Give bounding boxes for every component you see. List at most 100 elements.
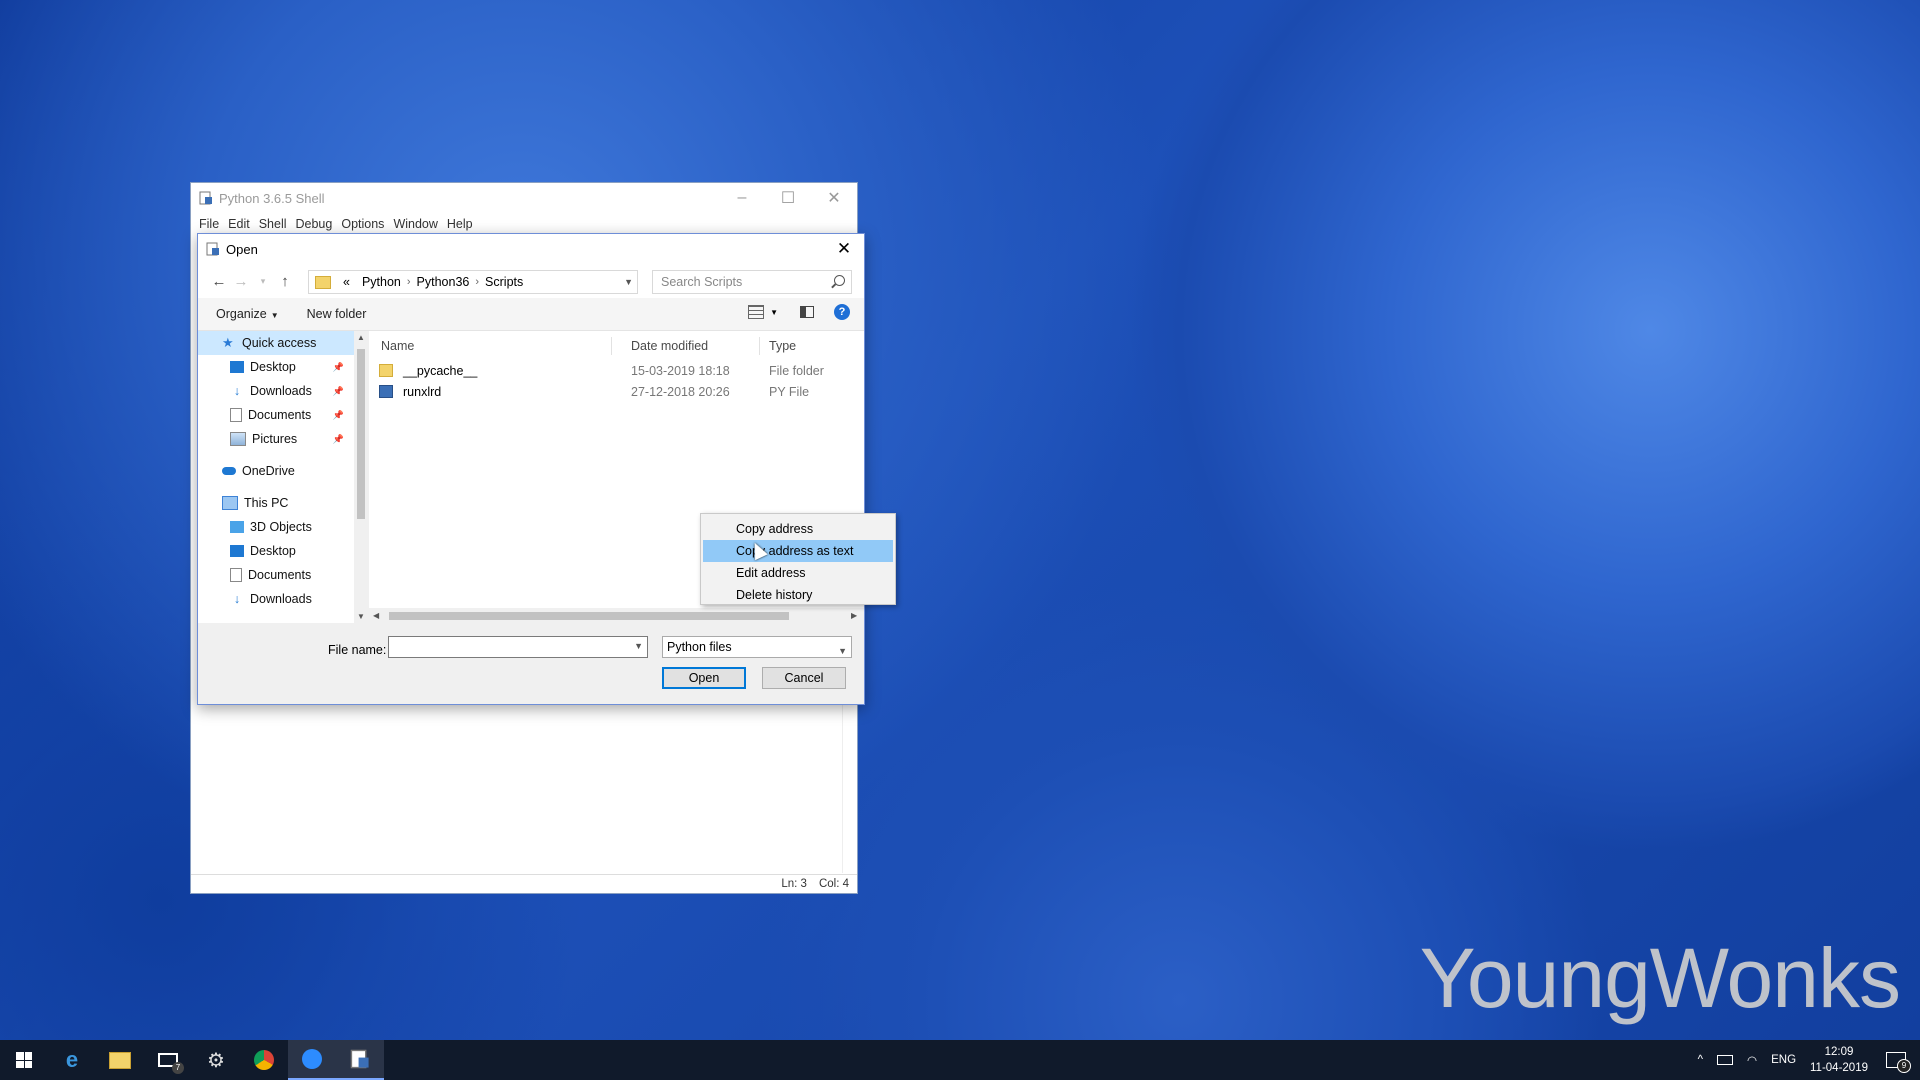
battery-icon[interactable] bbox=[1717, 1055, 1734, 1065]
download-icon: ↓ bbox=[233, 384, 241, 398]
file-row[interactable]: runxlrd 27-12-2018 20:26 PY File bbox=[369, 382, 864, 403]
scroll-left-icon[interactable]: ◀ bbox=[373, 611, 379, 620]
chevron-down-icon[interactable]: ▼ bbox=[770, 308, 778, 317]
idle-icon bbox=[350, 1049, 369, 1069]
zoom-button[interactable] bbox=[288, 1040, 336, 1080]
clock[interactable]: 12:09 11-04-2019 bbox=[1810, 1044, 1868, 1076]
cancel-button[interactable]: Cancel bbox=[762, 667, 846, 689]
edge-button[interactable]: e bbox=[48, 1040, 96, 1080]
horizontal-scrollbar[interactable]: ◀ ▶ bbox=[369, 608, 864, 624]
file-type-value: Python files bbox=[667, 640, 732, 654]
view-controls: ▼ ? bbox=[748, 304, 850, 320]
scroll-thumb[interactable] bbox=[357, 349, 365, 519]
shell-scrollbar[interactable] bbox=[842, 703, 857, 873]
file-name: runxlrd bbox=[403, 385, 442, 399]
desktop-icon bbox=[230, 545, 244, 557]
breadcrumb-python36[interactable]: Python36 bbox=[417, 275, 470, 289]
nav-item-downloads[interactable]: ↓ Downloads 📌 bbox=[198, 379, 354, 403]
chevron-down-icon[interactable]: ▼ bbox=[624, 277, 633, 287]
scroll-down-icon[interactable]: ▼ bbox=[357, 612, 365, 621]
help-icon[interactable]: ? bbox=[834, 304, 850, 320]
up-arrow-icon[interactable]: ↑ bbox=[274, 273, 296, 290]
idle-taskbar-button[interactable] bbox=[336, 1040, 384, 1080]
nav-item-this-pc[interactable]: This PC bbox=[198, 491, 354, 515]
open-button[interactable]: Open bbox=[662, 667, 746, 689]
chevron-down-icon[interactable]: ▼ bbox=[634, 641, 643, 651]
maximize-button[interactable]: ☐ bbox=[765, 188, 811, 208]
file-date: 15-03-2019 18:18 bbox=[631, 364, 730, 378]
pin-icon[interactable]: 📌 bbox=[333, 410, 344, 421]
navigation-scrollbar[interactable]: ▲ ▼ bbox=[354, 331, 368, 623]
pin-icon[interactable]: 📌 bbox=[333, 434, 344, 445]
file-name-label: File name: bbox=[328, 643, 387, 657]
new-folder-button[interactable]: New folder bbox=[307, 307, 367, 321]
menu-edit[interactable]: Edit bbox=[228, 217, 250, 231]
column-type[interactable]: Type bbox=[769, 339, 796, 353]
menu-item-delete-history[interactable]: Delete history bbox=[703, 584, 893, 606]
start-button[interactable] bbox=[0, 1040, 48, 1080]
nav-item-quick-access[interactable]: ★ Quick access bbox=[198, 331, 354, 355]
search-icon bbox=[834, 275, 845, 286]
action-center-icon[interactable]: 9 bbox=[1886, 1052, 1911, 1073]
preview-pane-icon[interactable] bbox=[800, 306, 814, 318]
shell-titlebar[interactable]: Python 3.6.5 Shell – ☐ ✕ bbox=[191, 183, 857, 213]
document-icon bbox=[230, 568, 242, 582]
nav-label: OneDrive bbox=[242, 464, 295, 478]
address-bar[interactable]: « Python › Python36 › Scripts ▼ bbox=[308, 270, 638, 294]
settings-button[interactable]: ⚙ bbox=[192, 1040, 240, 1080]
breadcrumb-scripts[interactable]: Scripts bbox=[485, 275, 523, 289]
nav-item-downloads-pc[interactable]: ↓ Downloads bbox=[198, 587, 354, 611]
file-name-input[interactable]: ▼ bbox=[388, 636, 648, 658]
view-options-icon[interactable] bbox=[748, 305, 765, 319]
file-row[interactable]: __pycache__ 15-03-2019 18:18 File folder bbox=[369, 361, 864, 382]
file-explorer-button[interactable] bbox=[96, 1040, 144, 1080]
dialog-titlebar[interactable]: Open ✕ bbox=[198, 234, 864, 264]
language-indicator[interactable]: ENG bbox=[1771, 1054, 1796, 1066]
pin-icon[interactable]: 📌 bbox=[333, 386, 344, 397]
nav-item-desktop-pc[interactable]: Desktop bbox=[198, 539, 354, 563]
breadcrumb-overflow[interactable]: « bbox=[343, 275, 350, 289]
open-dialog[interactable]: Open ✕ ← → ▾ ↑ « Python › Python36 › Scr… bbox=[197, 233, 896, 705]
nav-item-documents[interactable]: Documents 📌 bbox=[198, 403, 354, 427]
menu-shell[interactable]: Shell bbox=[259, 217, 287, 231]
search-input[interactable]: Search Scripts bbox=[652, 270, 852, 294]
mail-button[interactable]: 7 bbox=[144, 1040, 192, 1080]
file-type: PY File bbox=[769, 385, 810, 399]
menu-debug[interactable]: Debug bbox=[296, 217, 333, 231]
scroll-thumb[interactable] bbox=[389, 612, 789, 620]
back-arrow-icon[interactable]: ← bbox=[208, 273, 230, 290]
dialog-close-button[interactable]: ✕ bbox=[824, 239, 864, 259]
minimize-button[interactable]: – bbox=[719, 189, 765, 207]
nav-item-desktop[interactable]: Desktop 📌 bbox=[198, 355, 354, 379]
nav-item-onedrive[interactable]: OneDrive bbox=[198, 459, 354, 483]
menu-item-copy-address-as-text[interactable]: Copy address as text bbox=[703, 540, 893, 562]
forward-arrow-icon[interactable]: → bbox=[230, 273, 252, 290]
nav-label: 3D Objects bbox=[250, 520, 312, 534]
menu-item-copy-address[interactable]: Copy address bbox=[703, 518, 893, 540]
menu-item-edit-address[interactable]: Edit address bbox=[703, 562, 893, 584]
nav-item-pictures[interactable]: Pictures 📌 bbox=[198, 427, 354, 451]
column-date-modified[interactable]: Date modified bbox=[631, 339, 708, 353]
nav-label: Downloads bbox=[250, 592, 312, 606]
nav-item-3d-objects[interactable]: 3D Objects bbox=[198, 515, 354, 539]
breadcrumb-python[interactable]: Python bbox=[362, 275, 401, 289]
menu-file[interactable]: File bbox=[199, 217, 219, 231]
wifi-icon[interactable]: ◠ bbox=[1747, 1053, 1757, 1067]
nav-item-documents-pc[interactable]: Documents bbox=[198, 563, 354, 587]
scroll-right-icon[interactable]: ▶ bbox=[851, 611, 857, 620]
folder-icon bbox=[379, 364, 393, 377]
recent-locations-icon[interactable]: ▾ bbox=[252, 276, 274, 287]
menu-options[interactable]: Options bbox=[341, 217, 384, 231]
organize-button[interactable]: Organize ▼ bbox=[216, 307, 279, 321]
column-name[interactable]: Name bbox=[381, 339, 414, 353]
chrome-button[interactable] bbox=[240, 1040, 288, 1080]
menu-window[interactable]: Window bbox=[393, 217, 437, 231]
pin-icon[interactable]: 📌 bbox=[333, 362, 344, 373]
menu-help[interactable]: Help bbox=[447, 217, 473, 231]
chevron-up-icon[interactable]: ^ bbox=[1698, 1054, 1703, 1066]
watermark-logo: YoungWonks bbox=[1419, 931, 1901, 1025]
scroll-up-icon[interactable]: ▲ bbox=[357, 333, 365, 342]
edge-icon: e bbox=[65, 1047, 79, 1072]
close-button[interactable]: ✕ bbox=[811, 188, 857, 208]
file-type-select[interactable]: Python files ▼ bbox=[662, 636, 852, 658]
